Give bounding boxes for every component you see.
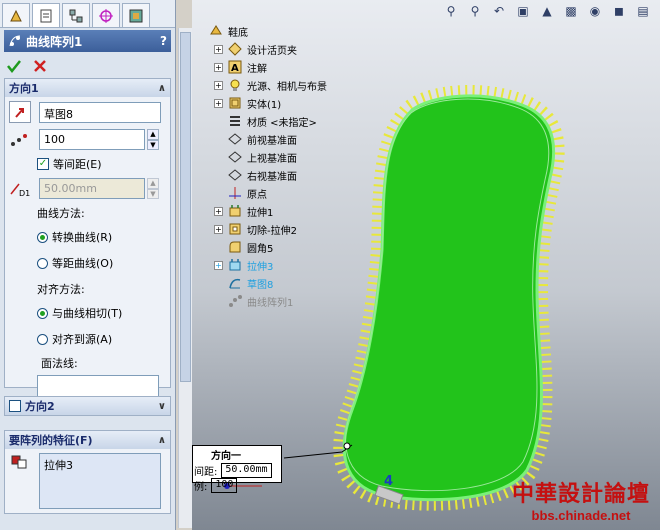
display-manager-icon [129,9,143,22]
features-list[interactable]: 拉伸3 [39,453,161,509]
align-method-option1[interactable]: 与曲线相切(T) [5,305,170,321]
callout-row-count: 例: 100 [193,478,281,493]
feature-title-bar: 曲线阵列1 ? [4,30,171,52]
watermark-url: bbs.chinade.net [531,508,631,523]
align-method-option2[interactable]: 对齐到源(A) [5,331,170,347]
reverse-arrow-icon [15,108,24,118]
expand-down-icon[interactable]: ∨ [158,401,166,412]
align-method-radio-2[interactable] [37,333,48,345]
property-manager: 曲线阵列1 ? 方向1 ∧ 草图8 100 ▲ ▼ ✓ 等间距(E) D1 50… [0,0,176,530]
direction1-header[interactable]: 方向1 ∧ [5,79,170,97]
path-selection-field[interactable]: 草图8 [39,101,161,123]
features-icon [11,455,27,469]
face-normal-field[interactable] [37,375,159,397]
spin-down-icon[interactable]: ▼ [147,188,159,199]
tab-feature-manager[interactable] [2,3,30,27]
scrollbar-thumb[interactable] [180,32,191,382]
panel-scrollbar[interactable] [178,28,192,528]
spin-up-icon[interactable]: ▲ [147,129,159,140]
configuration-manager-icon [69,9,83,22]
graphics-area[interactable]: ⚲ ⚲ ↶ ▣ ▲ ▩ ◉ ◼ ▤ 鞋底 + 设计活页夹 + A 注解 + 光源… [192,0,660,530]
cancel-x-icon[interactable] [32,58,48,74]
feature-title: 曲线阵列1 [26,34,83,49]
instance-count-input[interactable]: 100 [39,129,145,150]
curve-method-radio-1[interactable] [37,231,48,243]
tab-display-manager[interactable] [122,3,150,27]
crosshair-icon [99,8,113,23]
ok-check-icon[interactable] [6,58,22,74]
curve-method-option1-label: 转换曲线(R) [52,231,113,244]
tab-configuration-manager[interactable] [62,3,90,27]
features-row: 拉伸3 [5,453,170,509]
collapse-up-icon[interactable]: ∧ [158,435,166,446]
direction1-group: 方向1 ∧ 草图8 100 ▲ ▼ ✓ 等间距(E) D1 50.00mm ▲ [4,78,171,397]
manager-tabs [0,0,175,28]
align-method-radio-1[interactable] [37,307,48,319]
leader-anchor [343,442,351,450]
instance-count-row: 100 ▲ ▼ [5,129,170,150]
tab-property-manager[interactable] [32,3,60,27]
curve-method-option1[interactable]: 转换曲线(R) [5,229,170,245]
spacing-row: D1 50.00mm ▲ ▼ [5,178,170,199]
direction2-group: 方向2 ∨ [4,396,171,416]
equal-spacing-label: 等间距(E) [53,158,102,171]
callout-spacing-value[interactable]: 50.00mm [221,463,272,478]
callout-count-label: 例: [194,482,208,493]
direction1-title: 方向1 [9,82,39,95]
svg-text:D1: D1 [19,189,30,198]
features-group: 要阵列的特征(F) ∧ 拉伸3 [4,430,171,514]
direction2-title: 方向2 [25,400,55,413]
path-row: 草图8 [5,101,170,123]
reverse-direction-button[interactable] [9,101,31,123]
spin-down-icon[interactable]: ▼ [147,139,159,150]
tab-dimxpert-manager[interactable] [92,3,120,27]
equal-spacing-row: ✓ 等间距(E) [5,156,170,172]
direction2-header[interactable]: 方向2 ∨ [5,397,170,415]
spacing-dimension-icon: D1 [10,183,30,198]
watermark-title: 中華設計論壇 [511,481,650,507]
curve-method-option2[interactable]: 等距曲线(O) [5,255,170,271]
align-method-label: 对齐方法: [37,283,85,296]
feature-manager-icon [10,9,22,21]
callout-count-value[interactable]: 100 [211,478,238,493]
equal-spacing-checkbox[interactable]: ✓ [37,158,49,170]
curve-method-radio-2[interactable] [37,257,48,269]
count-spinner[interactable]: ▲ ▼ [147,129,159,150]
instance-count-icon [11,133,27,146]
features-title: 要阵列的特征(F) [9,434,93,447]
insole-body[interactable] [342,94,556,502]
curve-pattern-icon [9,35,21,47]
direction2-checkbox[interactable] [9,400,21,412]
collapse-up-icon[interactable]: ∧ [158,83,166,94]
spacing-input[interactable]: 50.00mm [39,178,145,199]
features-list-item[interactable]: 拉伸3 [44,457,156,473]
curve-method-label: 曲线方法: [37,207,85,220]
callout-spacing-label: 间距: [194,467,218,478]
spacing-spinner[interactable]: ▲ ▼ [147,178,159,199]
align-method-option1-label: 与曲线相切(T) [52,307,123,320]
align-method-option2-label: 对齐到源(A) [52,333,113,346]
watermark: 中華設計論壇 bbs.chinade.net [502,476,660,524]
spin-up-icon[interactable]: ▲ [147,178,159,189]
dimension-marker: 4 [384,474,393,489]
property-manager-icon [40,9,52,22]
help-button[interactable]: ? [160,34,167,48]
curve-method-option2-label: 等距曲线(O) [52,257,114,270]
direction-callout[interactable]: 方向一 间距: 50.00mm 例: 100 [192,445,282,493]
face-normal-label: 面法线: [41,357,78,370]
callout-title: 方向一 [211,451,241,462]
ok-cancel-row [0,54,175,78]
callout-row-spacing: 间距: 50.00mm [193,463,281,478]
features-header[interactable]: 要阵列的特征(F) ∧ [5,431,170,449]
